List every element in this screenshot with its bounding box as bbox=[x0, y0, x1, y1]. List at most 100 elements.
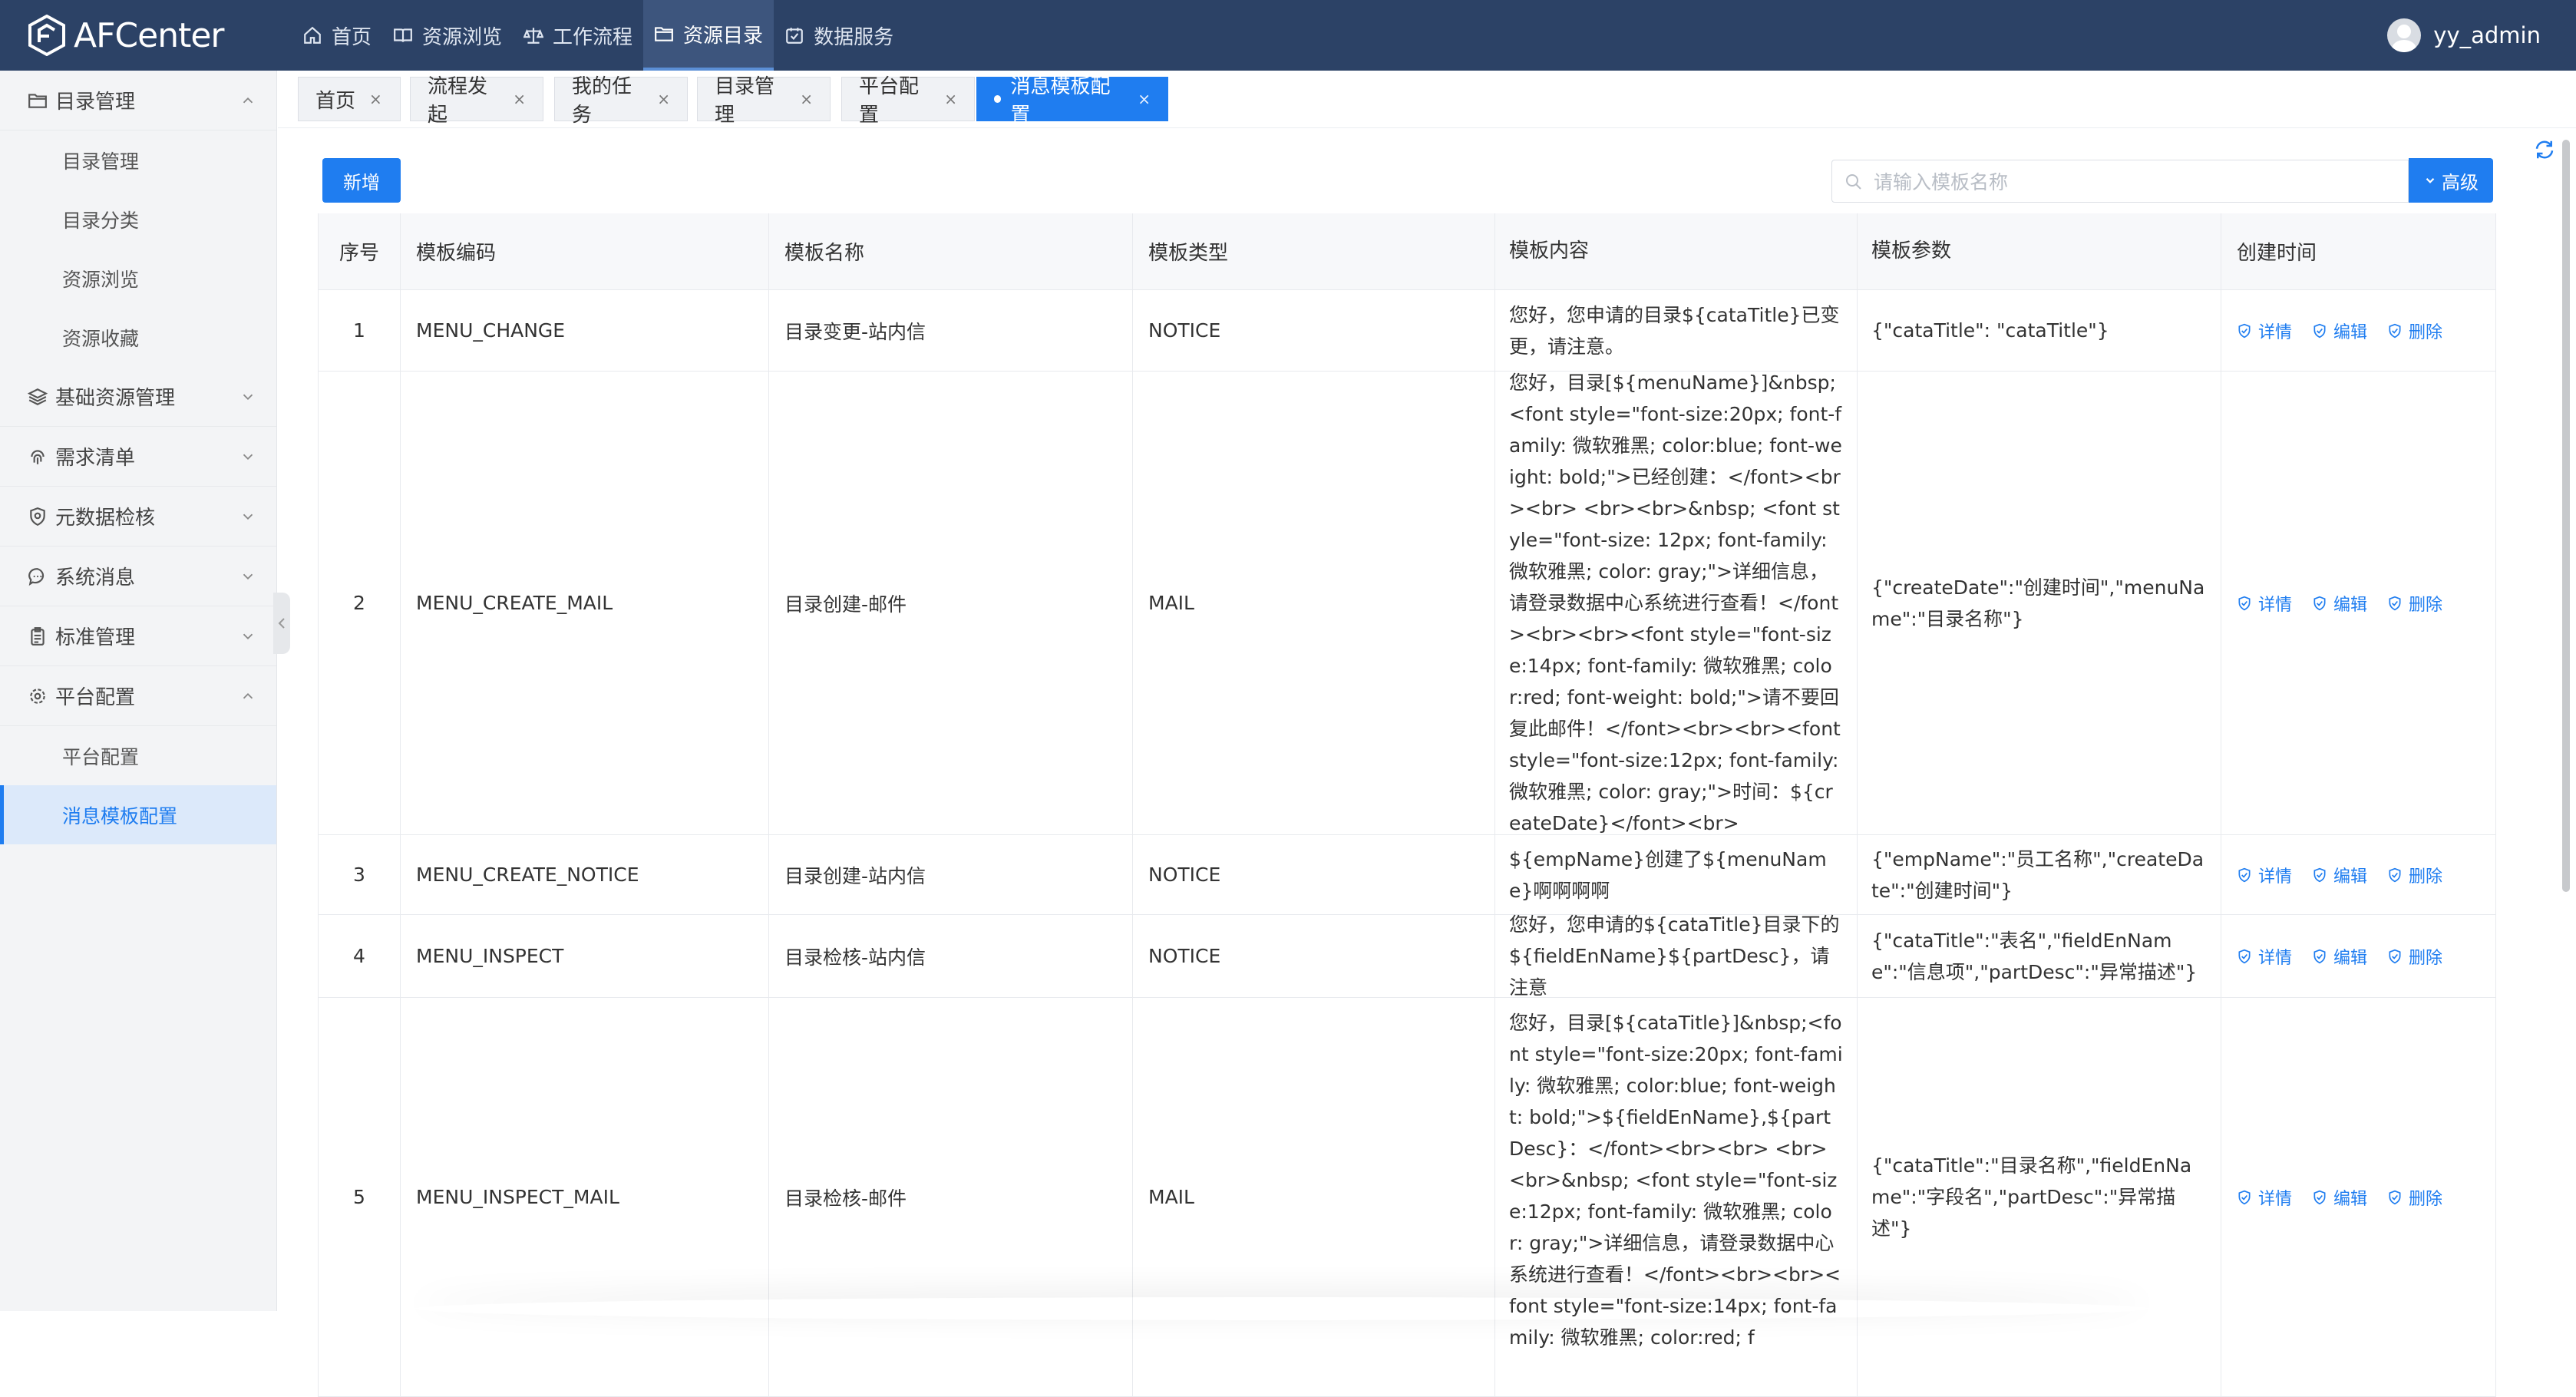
table-row: 3 MENU_CREATE_NOTICE 目录创建-站内信 NOTICE ${e… bbox=[318, 835, 2496, 915]
sidebar-item-catalog-category[interactable]: 目录分类 bbox=[0, 190, 276, 249]
sidebar-group-system-message[interactable]: 系统消息 bbox=[0, 547, 276, 606]
user-menu[interactable]: yy_admin bbox=[2387, 0, 2541, 71]
search-input[interactable] bbox=[1872, 165, 2397, 199]
chevron-down-icon bbox=[243, 454, 253, 461]
delete-button[interactable]: 删除 bbox=[2387, 863, 2442, 887]
folder-icon bbox=[28, 93, 47, 108]
action-label: 编辑 bbox=[2333, 948, 2368, 968]
template-params: {"cataTitle": "cataTitle"} bbox=[1858, 290, 2221, 371]
edit-button[interactable]: 编辑 bbox=[2312, 1185, 2367, 1210]
close-icon[interactable]: × bbox=[369, 90, 382, 108]
edit-button[interactable]: 编辑 bbox=[2312, 591, 2367, 616]
logo[interactable]: AFCenter bbox=[28, 12, 224, 58]
table-row: 2 MENU_CREATE_MAIL 目录创建-邮件 MAIL 您好，目录[${… bbox=[318, 372, 2496, 835]
detail-button[interactable]: 详情 bbox=[2237, 591, 2292, 616]
tab-label: 我的任务 bbox=[572, 75, 632, 127]
shield-check-icon bbox=[2389, 596, 2401, 610]
shield-check-icon bbox=[2238, 323, 2251, 338]
table-row: 5 MENU_INSPECT_MAIL 目录检核-邮件 MAIL 您好，目录[$… bbox=[318, 998, 2496, 1397]
nav-item-resource-browse[interactable]: 资源浏览 bbox=[382, 0, 513, 71]
template-name: 目录检核-站内信 bbox=[769, 915, 1133, 997]
nav-item-data-service[interactable]: 数据服务 bbox=[774, 0, 904, 71]
sidebar-group-demand-list[interactable]: 需求清单 bbox=[0, 427, 276, 487]
shield-check-icon bbox=[2313, 1190, 2326, 1204]
shield-check-icon bbox=[2313, 596, 2326, 610]
gear-icon bbox=[30, 688, 45, 704]
shield-check-icon bbox=[2313, 949, 2326, 963]
template-params: {"createDate":"创建时间","menuName":"目录名称"} bbox=[1858, 372, 2221, 834]
action-label: 详情 bbox=[2258, 322, 2293, 342]
sidebar-collapse-handle[interactable] bbox=[273, 593, 290, 654]
delete-button[interactable]: 删除 bbox=[2387, 319, 2442, 343]
sidebar-item-catalog-management[interactable]: 目录管理 bbox=[0, 130, 276, 190]
delete-button[interactable]: 删除 bbox=[2387, 944, 2442, 969]
nav-item-label: 数据服务 bbox=[814, 25, 894, 49]
row-actions: 详情 编辑 删除 bbox=[2221, 998, 2496, 1396]
edit-button[interactable]: 编辑 bbox=[2312, 863, 2367, 887]
tab-platform-config[interactable]: 平台配置 × bbox=[841, 75, 975, 127]
sidebar-item-message-template-config[interactable]: 消息模板配置 bbox=[0, 785, 276, 844]
nav-item-label: 资源浏览 bbox=[422, 25, 503, 49]
action-label: 删除 bbox=[2409, 948, 2443, 968]
row-number: 5 bbox=[318, 998, 401, 1396]
sidebar-group-standard-management[interactable]: 标准管理 bbox=[0, 606, 276, 666]
tab-label: 目录管理 bbox=[715, 75, 775, 127]
chevron-down-icon bbox=[243, 633, 253, 640]
nav-item-workflow[interactable]: 工作流程 bbox=[513, 0, 643, 71]
template-code: MENU_CREATE_NOTICE bbox=[401, 835, 769, 914]
close-icon[interactable]: × bbox=[1138, 90, 1151, 108]
tab-catalog-management[interactable]: 目录管理 × bbox=[697, 75, 831, 127]
refresh-icon[interactable] bbox=[2533, 138, 2556, 161]
bottom-fade bbox=[414, 1297, 2149, 1320]
sidebar-item-platform-config[interactable]: 平台配置 bbox=[0, 726, 276, 785]
chevron-down-icon bbox=[2426, 177, 2435, 183]
advanced-search-button[interactable]: 高级 bbox=[2409, 158, 2493, 203]
close-icon[interactable]: × bbox=[800, 90, 813, 108]
nav-item-label: 资源目录 bbox=[683, 24, 764, 48]
tab-label: 首页 bbox=[315, 89, 356, 113]
tab-start-process[interactable]: 流程发起 × bbox=[410, 75, 543, 127]
detail-button[interactable]: 详情 bbox=[2237, 863, 2292, 887]
top-nav: 首页 资源浏览 工作流程 资源目录 数据服务 bbox=[292, 0, 904, 71]
tab-home[interactable]: 首页 × bbox=[298, 77, 401, 121]
delete-button[interactable]: 删除 bbox=[2387, 591, 2442, 616]
detail-button[interactable]: 详情 bbox=[2237, 1185, 2292, 1210]
sidebar-group-platform-config[interactable]: 平台配置 bbox=[0, 666, 276, 726]
sidebar-group-metadata-check[interactable]: 元数据检核 bbox=[0, 487, 276, 547]
sidebar-item-resource-browse[interactable]: 资源浏览 bbox=[0, 249, 276, 308]
add-button[interactable]: 新增 bbox=[322, 158, 401, 203]
sidebar-group-label: 基础资源管理 bbox=[55, 387, 176, 410]
detail-button[interactable]: 详情 bbox=[2237, 944, 2292, 969]
detail-button[interactable]: 详情 bbox=[2237, 319, 2292, 343]
row-actions: 详情 编辑 删除 bbox=[2221, 835, 2496, 914]
tab-label: 流程发起 bbox=[428, 75, 488, 127]
close-icon[interactable]: × bbox=[657, 90, 670, 108]
edit-button[interactable]: 编辑 bbox=[2312, 319, 2367, 343]
sidebar-group-catalog-management[interactable]: 目录管理 bbox=[0, 71, 276, 130]
template-name: 目录创建-站内信 bbox=[769, 835, 1133, 914]
shield-check-icon bbox=[2238, 596, 2251, 610]
tab-label: 平台配置 bbox=[859, 75, 920, 127]
close-icon[interactable]: × bbox=[513, 90, 526, 108]
home-icon bbox=[304, 26, 321, 44]
sidebar-item-resource-favorites[interactable]: 资源收藏 bbox=[0, 308, 276, 367]
close-icon[interactable]: × bbox=[944, 90, 957, 108]
vertical-scrollbar[interactable] bbox=[2562, 140, 2570, 892]
book-icon bbox=[394, 28, 412, 42]
tab-my-tasks[interactable]: 我的任务 × bbox=[554, 75, 688, 127]
tab-label: 消息模板配置 bbox=[1010, 75, 1111, 127]
tab-message-template-config[interactable]: 消息模板配置 × bbox=[976, 75, 1168, 127]
chevron-down-icon bbox=[243, 514, 253, 520]
row-number: 3 bbox=[318, 835, 401, 914]
delete-button[interactable]: 删除 bbox=[2387, 1185, 2442, 1210]
shield-check-icon bbox=[2389, 867, 2401, 882]
table-row: 1 MENU_CHANGE 目录变更-站内信 NOTICE 您好，您申请的目录$… bbox=[318, 290, 2496, 372]
nav-item-resource-catalog[interactable]: 资源目录 bbox=[643, 0, 774, 71]
column-header: 序号 bbox=[318, 213, 401, 289]
sidebar-group-basic-resource[interactable]: 基础资源管理 bbox=[0, 367, 276, 427]
shield-check-icon bbox=[2238, 949, 2251, 963]
template-type: NOTICE bbox=[1133, 290, 1495, 371]
edit-button[interactable]: 编辑 bbox=[2312, 944, 2367, 969]
nav-item-home[interactable]: 首页 bbox=[292, 0, 382, 71]
template-table: 序号 模板编码 模板名称 模板类型 模板内容 模板参数 创建时间 1 MENU_… bbox=[318, 213, 2496, 1397]
